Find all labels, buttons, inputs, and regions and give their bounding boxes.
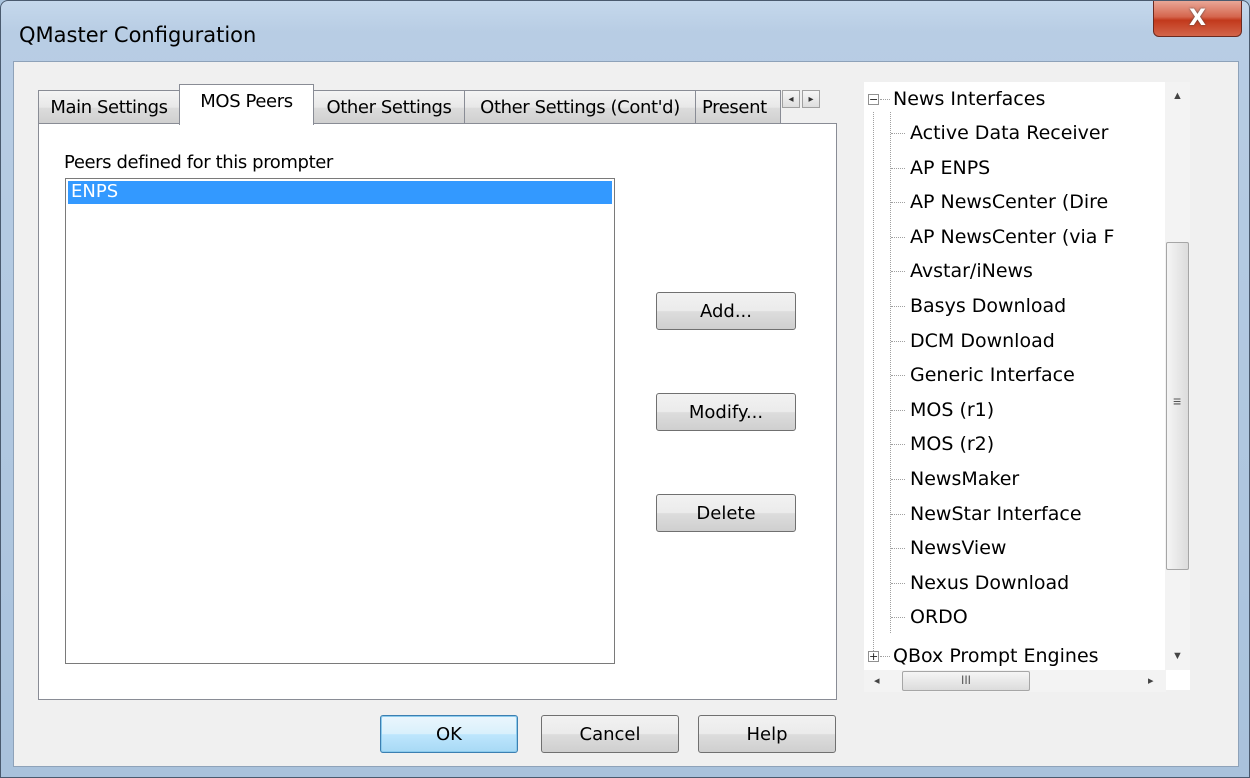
tree-node-item[interactable]: AP ENPS xyxy=(864,151,1184,185)
tree-node-item[interactable]: AP NewsCenter (Dire xyxy=(864,185,1184,219)
tree-node-label: Basys Download xyxy=(910,295,1067,317)
list-item[interactable]: ENPS xyxy=(68,181,612,204)
close-button[interactable]: X xyxy=(1153,1,1242,37)
ok-button-label: OK xyxy=(436,723,462,745)
scroll-left-icon[interactable]: ◂ xyxy=(874,674,880,687)
grip-icon: ≡ xyxy=(1173,393,1182,409)
tab-other-settings[interactable]: Other Settings xyxy=(313,90,465,124)
tree-node-label: DCM Download xyxy=(910,329,1055,352)
cancel-button[interactable]: Cancel xyxy=(541,715,679,753)
delete-button[interactable]: Delete xyxy=(656,494,796,532)
help-button-label: Help xyxy=(746,723,788,745)
tree-node-item[interactable]: NewStar Interface xyxy=(864,497,1184,531)
expand-icon[interactable]: + xyxy=(868,651,879,662)
tree-node-item[interactable]: Nexus Download xyxy=(864,566,1184,600)
tree-node-item[interactable]: MOS (r1) xyxy=(864,393,1184,427)
ok-button[interactable]: OK xyxy=(380,715,518,753)
tree-connector xyxy=(880,656,890,657)
close-icon: X xyxy=(1189,6,1206,31)
tree-node-label: QBox Prompt Engines xyxy=(893,645,1099,667)
cancel-button-label: Cancel xyxy=(579,723,641,745)
tree-node-label: NewStar Interface xyxy=(910,502,1082,525)
tab-presenter[interactable]: Present xyxy=(695,90,781,124)
peers-listbox[interactable]: ENPS xyxy=(65,178,615,664)
add-button[interactable]: Add... xyxy=(656,292,796,330)
scroll-right-icon[interactable]: ▸ xyxy=(1148,674,1154,687)
tree-node-label: AP NewsCenter (via F xyxy=(910,225,1115,248)
tree-connector xyxy=(891,375,905,377)
tree-connector xyxy=(891,306,905,307)
tree-vertical-scrollbar[interactable]: ▲ ≡ ▼ xyxy=(1165,82,1190,670)
tree-horizontal-scrollbar[interactable]: ◂ III ▸ xyxy=(864,670,1166,692)
interfaces-tree[interactable]: − News Interfaces Active Data Receiver AP… xyxy=(864,82,1190,690)
tree-node-item[interactable]: Basys Download xyxy=(864,289,1184,323)
tree-node-label: MOS (r2) xyxy=(910,433,995,456)
help-button[interactable]: Help xyxy=(698,715,836,753)
dialog-window: QMaster Configuration X Main Settings MO… xyxy=(0,0,1250,778)
tree-connector xyxy=(891,617,905,619)
modify-button[interactable]: Modify... xyxy=(656,393,796,431)
tree-connector xyxy=(891,202,905,204)
tree-connector xyxy=(891,444,905,446)
scroll-down-icon[interactable]: ▼ xyxy=(1172,650,1183,662)
tab-scroll-left-icon[interactable]: ◂ xyxy=(782,90,800,108)
tree-node-item[interactable]: Active Data Receiver xyxy=(864,116,1184,150)
dialog-client-area: Main Settings MOS Peers Other Settings O… xyxy=(13,61,1239,767)
tree-connector xyxy=(891,271,905,273)
tree-node-item[interactable]: Avstar/iNews xyxy=(864,254,1184,288)
vertical-scroll-thumb[interactable]: ≡ xyxy=(1166,242,1189,570)
tree-node-label: NewsView xyxy=(910,537,1007,560)
tree-node-label: AP NewsCenter (Dire xyxy=(910,191,1109,214)
grip-icon: III xyxy=(960,673,971,687)
tree-node-label: Active Data Receiver xyxy=(910,122,1109,144)
tree-node-label: Avstar/iNews xyxy=(910,260,1033,283)
tree-connector xyxy=(891,409,905,411)
tree-connector xyxy=(891,582,905,584)
tab-other-settings-contd[interactable]: Other Settings (Cont'd) xyxy=(464,90,696,124)
tab-mos-peers[interactable]: MOS Peers xyxy=(179,84,314,125)
tree-node-item[interactable]: Generic Interface xyxy=(864,358,1184,392)
tree-connector xyxy=(891,479,905,480)
tree-node-label: MOS (r1) xyxy=(910,398,995,421)
tree-connector xyxy=(891,167,905,169)
tree-connector xyxy=(891,513,905,515)
tab-main-settings[interactable]: Main Settings xyxy=(38,90,180,124)
tree-connector xyxy=(891,340,905,342)
tree-node-label: ORDO xyxy=(910,606,968,629)
tree-node-label: NewsMaker xyxy=(910,468,1020,490)
tree-node-item[interactable]: DCM Download xyxy=(864,324,1184,358)
add-button-label: Add... xyxy=(699,300,752,322)
modify-button-label: Modify... xyxy=(688,401,764,423)
horizontal-scroll-thumb[interactable]: III xyxy=(902,671,1030,691)
tree-node-item[interactable]: NewsMaker xyxy=(864,462,1184,496)
window-title: QMaster Configuration xyxy=(19,23,257,47)
tree-node-label: AP ENPS xyxy=(910,156,991,179)
tree-connector xyxy=(891,133,905,134)
tree-node-item[interactable]: AP NewsCenter (via F xyxy=(864,220,1184,254)
collapse-icon[interactable]: − xyxy=(868,94,879,105)
peers-label: Peers defined for this prompter xyxy=(64,152,333,173)
tree-node-qbox-prompt-engines[interactable]: + QBox Prompt Engines xyxy=(864,639,1154,673)
mos-peers-panel: Peers defined for this prompter ENPS Add… xyxy=(38,123,837,700)
tree-node-label: Generic Interface xyxy=(910,364,1075,387)
delete-button-label: Delete xyxy=(696,502,756,524)
tree-node-item[interactable]: MOS (r2) xyxy=(864,427,1184,461)
tree-node-label: News Interfaces xyxy=(893,88,1046,110)
tab-scroll-right-icon[interactable]: ▸ xyxy=(802,90,820,108)
tree-node-item[interactable]: ORDO xyxy=(864,600,1184,634)
tree-node-label: Nexus Download xyxy=(910,571,1070,594)
scroll-up-icon[interactable]: ▲ xyxy=(1172,90,1183,102)
tree-connector xyxy=(891,236,905,238)
tree-connector xyxy=(880,99,890,100)
tree-node-item[interactable]: NewsView xyxy=(864,531,1184,565)
tree-connector xyxy=(891,548,905,550)
tree-node-news-interfaces[interactable]: − News Interfaces xyxy=(864,82,1154,116)
